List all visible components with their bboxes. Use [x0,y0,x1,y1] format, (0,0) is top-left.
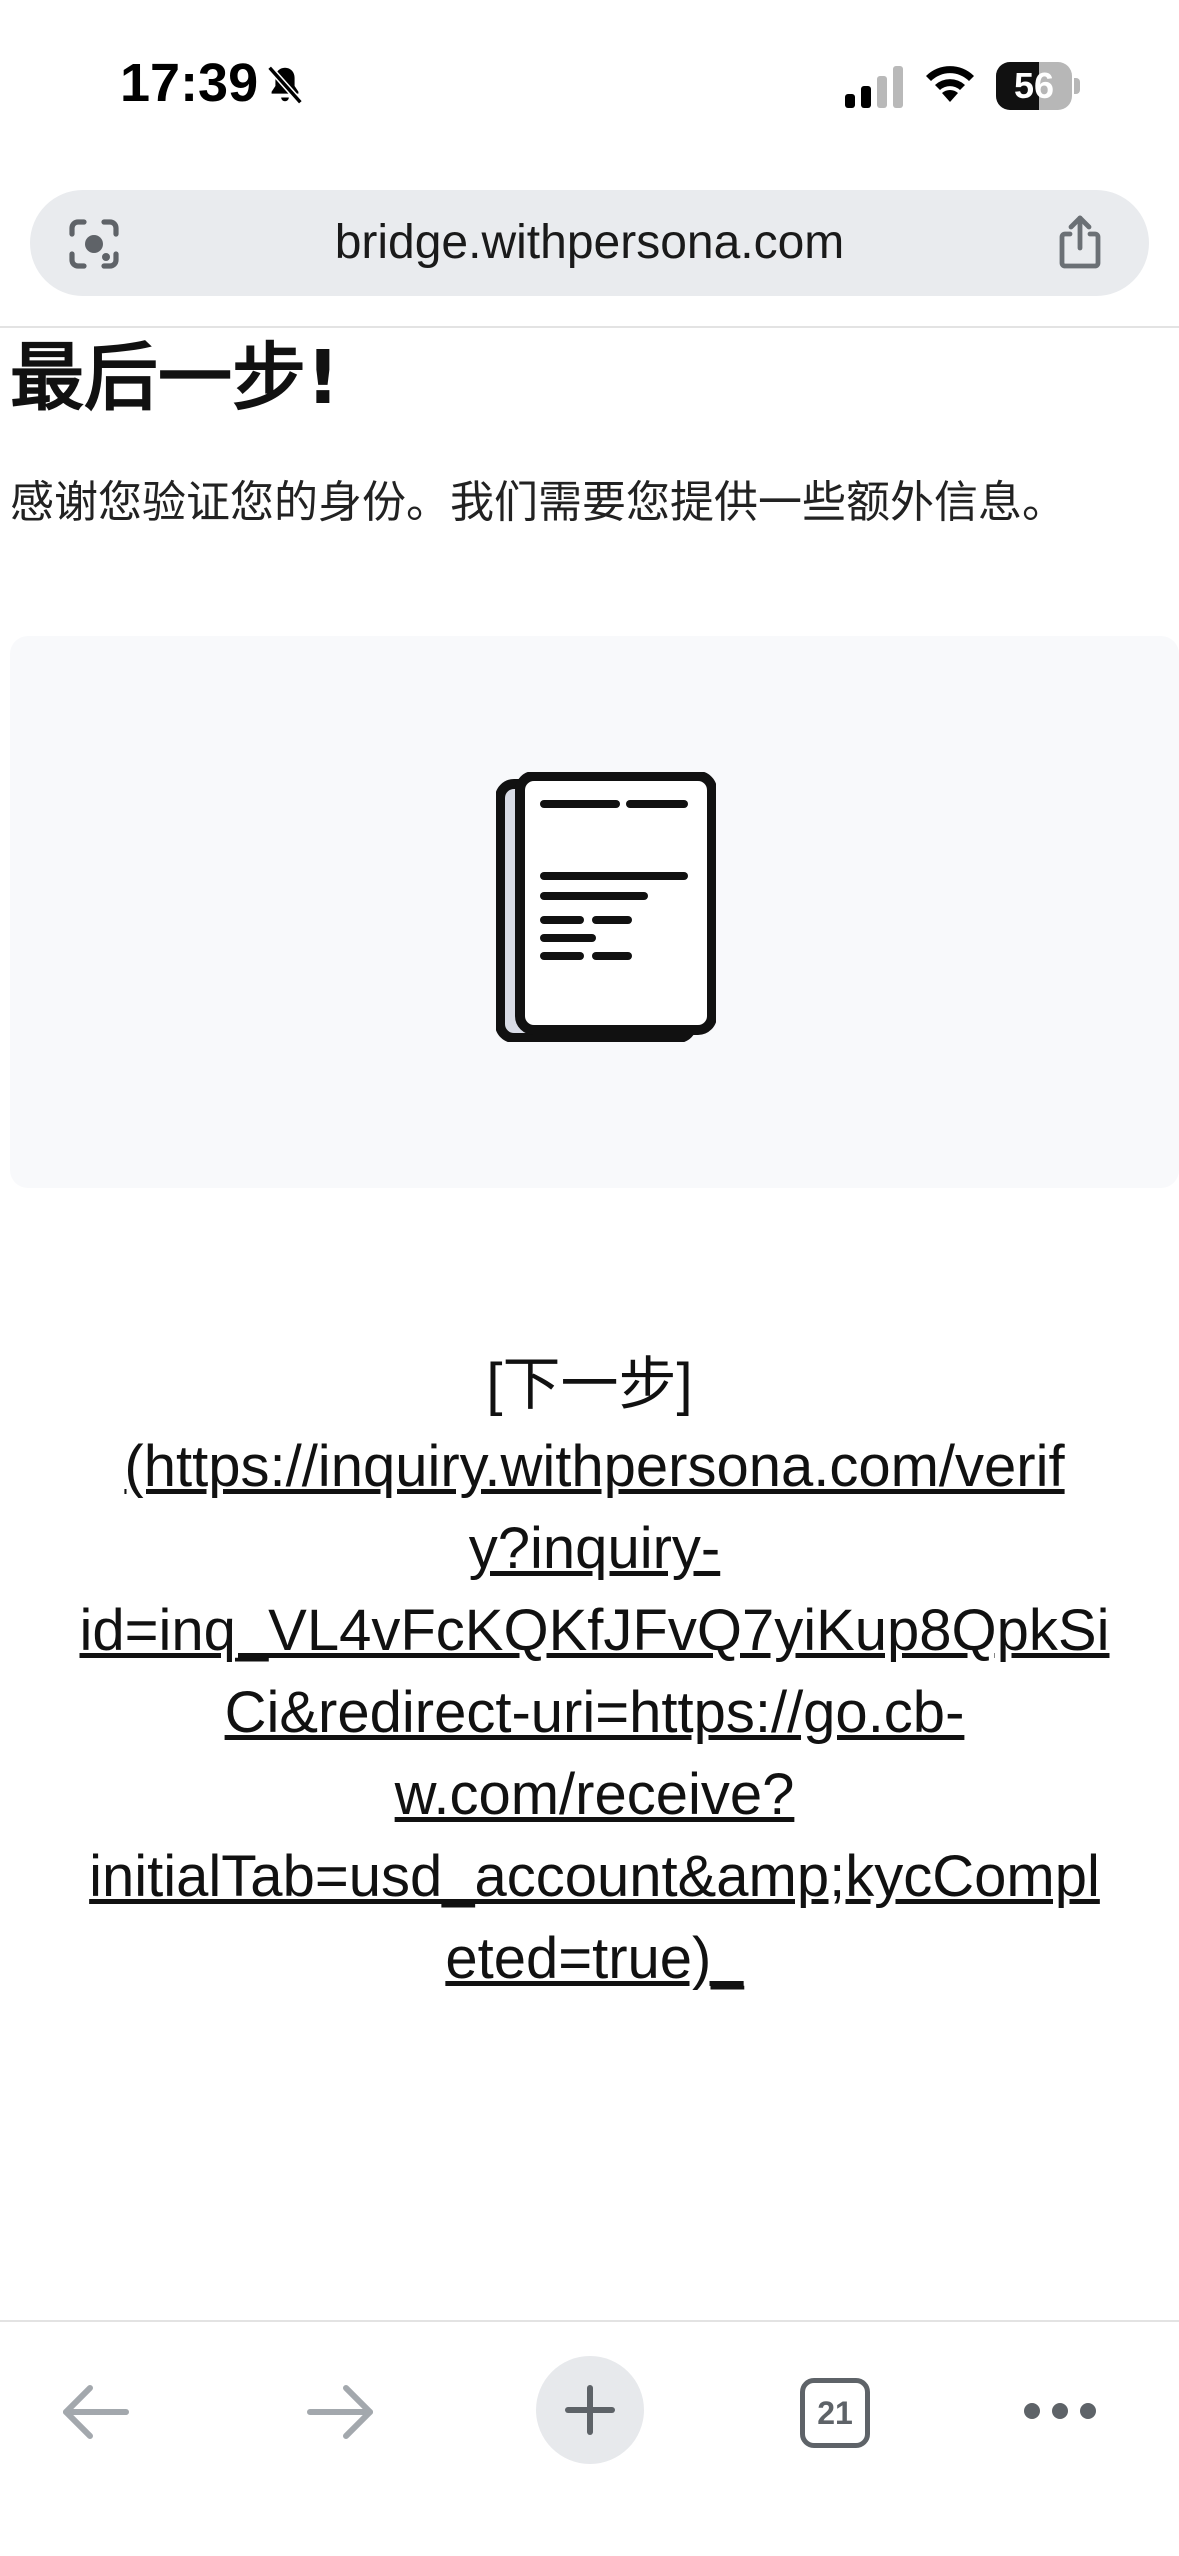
next-step-link[interactable]: (https://inquiry.withpersona.com/verif y… [10,1426,1179,2000]
battery-icon: 56 [996,62,1080,110]
address-bar[interactable]: bridge.withpersona.com [30,190,1149,296]
signal-icon [845,66,903,108]
battery-body: 56 [996,62,1072,110]
document-icon [496,772,716,1042]
share-icon[interactable] [1052,212,1108,272]
status-time: 17:39 [120,53,259,113]
url-text[interactable]: bridge.withpersona.com [160,190,1019,296]
illustration-card [10,636,1179,1188]
status-bar: 17:39 56 [0,0,1179,170]
forward-arrow-icon[interactable] [302,2382,378,2442]
bottom-toolbar: 21 [0,2322,1179,2556]
back-arrow-icon[interactable] [58,2382,134,2442]
browser-page: 17:39 56 bridge.withpersona.com 最后一步! 感谢… [0,0,1179,2556]
tabs-icon[interactable]: 21 [800,2378,870,2448]
page-title: 最后一步! [10,335,340,421]
wifi-icon [926,66,974,102]
battery-cap [1074,78,1080,94]
plus-icon [565,2385,615,2435]
new-tab-button[interactable] [536,2356,644,2464]
page-subtitle: 感谢您验证您的身份。我们需要您提供一些额外信息。 [10,477,1066,528]
bell-slash-icon [267,65,303,105]
camera-lens-icon[interactable] [66,216,122,272]
battery-percent: 56 [1013,65,1055,106]
next-step-label: [下一步] [486,1352,693,1417]
more-icon[interactable] [1022,2396,1098,2426]
